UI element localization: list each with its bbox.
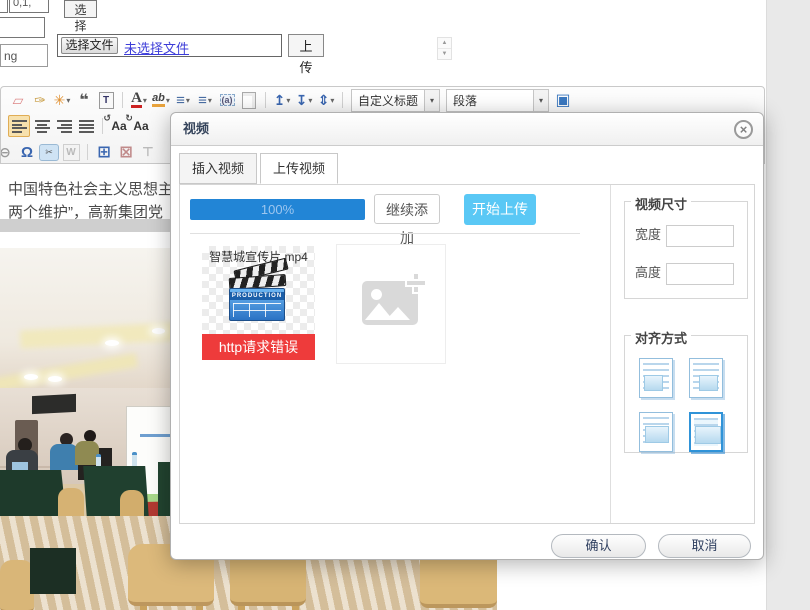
tab-insert-video[interactable]: 插入视频 xyxy=(179,153,257,184)
confirm-button[interactable]: 确认 xyxy=(551,534,646,558)
alignment-fieldset: 对齐方式 xyxy=(624,335,748,453)
dialog-title: 视频 xyxy=(171,113,763,146)
choose-button[interactable]: 选择 xyxy=(64,0,97,18)
photo-shape xyxy=(152,328,165,334)
eraser-icon[interactable]: ▱ xyxy=(8,90,28,110)
photo-speaker xyxy=(32,394,76,414)
toolbar-divider xyxy=(342,92,343,108)
upload-button[interactable]: 上传 xyxy=(288,34,324,57)
tab-content-panel: 100% 继续添加 开始上传 智慧城宣传片.mp4 PRODUCTION htt… xyxy=(179,184,755,524)
continue-add-button[interactable]: 继续添加 xyxy=(374,194,440,224)
video-clapperboard-icon: PRODUCTION xyxy=(228,263,290,325)
photo-shape xyxy=(0,353,138,393)
height-row: 高度 xyxy=(635,262,734,285)
delete-table-icon[interactable]: ⊠ xyxy=(116,142,136,162)
fullscreen-monitor-icon[interactable]: ▣ xyxy=(553,90,573,110)
photo-chair xyxy=(0,560,34,610)
align-option-center[interactable] xyxy=(639,412,673,452)
align-option-left[interactable] xyxy=(639,358,673,398)
toolbar-divider xyxy=(122,92,123,108)
align-left-button[interactable] xyxy=(8,115,30,137)
photo-shape xyxy=(24,374,38,380)
word-import-icon[interactable]: W xyxy=(61,142,81,162)
width-label: 宽度 xyxy=(635,227,661,242)
stepper-down-icon[interactable]: ▼ xyxy=(438,49,451,59)
close-icon[interactable]: × xyxy=(734,120,753,139)
alignment-legend: 对齐方式 xyxy=(631,328,691,347)
name-input[interactable] xyxy=(0,44,48,67)
width-input[interactable] xyxy=(666,225,734,247)
heading-select[interactable]: 自定义标题 ▾ xyxy=(351,89,440,112)
photo-person-torso xyxy=(50,444,78,470)
video-size-fieldset: 视频尺寸 宽度 高度 xyxy=(624,201,748,299)
align-option-right[interactable] xyxy=(689,358,723,398)
photo-shape xyxy=(48,376,62,382)
tab-upload-video[interactable]: 上传视频 xyxy=(260,153,338,184)
chevron-down-icon: ▾ xyxy=(424,90,439,111)
partial-input[interactable] xyxy=(0,0,8,13)
param-input[interactable] xyxy=(9,0,49,13)
upload-error-badge: http请求错误 xyxy=(202,334,315,360)
clipped-circle-icon[interactable]: ⊖ xyxy=(0,142,15,162)
line-spacing-icon[interactable]: ⇕▾ xyxy=(316,90,336,110)
dialog-tabs: 插入视频 上传视频 xyxy=(179,153,341,184)
photo-screen-text xyxy=(140,434,170,437)
insert-table-icon[interactable]: ⊞ xyxy=(94,142,114,162)
height-input[interactable] xyxy=(666,263,734,285)
toolbar-divider xyxy=(265,92,266,108)
video-size-legend: 视频尺寸 xyxy=(631,194,691,213)
choose-file-button[interactable]: 选择文件 xyxy=(61,37,118,54)
blockquote-icon[interactable]: ❝ xyxy=(74,90,94,110)
align-right-button[interactable] xyxy=(54,116,74,136)
highlight-icon[interactable]: ab▾ xyxy=(151,90,171,110)
file-status-text: 未选择文件 xyxy=(124,38,189,57)
anchor-icon[interactable]: (a) xyxy=(217,90,237,110)
justify-button[interactable] xyxy=(76,116,96,136)
paragraph-select[interactable]: 段落 ▾ xyxy=(446,89,549,112)
empty-input[interactable] xyxy=(0,17,45,38)
auto-typeset-icon[interactable]: ✳▾ xyxy=(52,90,72,110)
format-brush-icon[interactable]: ✑ xyxy=(30,90,50,110)
photo-table-corner xyxy=(30,548,76,594)
special-character-icon[interactable]: Ω xyxy=(17,142,37,162)
to-lowercase-icon[interactable]: ↻Aa xyxy=(131,116,151,136)
cancel-button[interactable]: 取消 xyxy=(658,534,751,558)
paste-plain-icon[interactable]: T xyxy=(96,90,116,110)
chevron-down-icon: ▾ xyxy=(533,90,548,111)
height-label: 高度 xyxy=(635,265,661,280)
align-center-button[interactable] xyxy=(32,116,52,136)
toolbar-divider xyxy=(87,144,88,160)
video-dialog: 视频 × 插入视频 上传视频 100% 继续添加 开始上传 智慧城宣传片.mp4… xyxy=(170,112,764,560)
plus-icon xyxy=(407,274,425,292)
align-option-block-selected[interactable] xyxy=(689,412,723,452)
screenshot-icon[interactable]: ✂ xyxy=(39,142,59,162)
table-title-icon[interactable]: ⊤ xyxy=(138,142,158,162)
start-upload-button[interactable]: 开始上传 xyxy=(464,194,536,225)
width-row: 宽度 xyxy=(635,224,734,247)
paragraph-spacing-bottom-icon[interactable]: ↧▾ xyxy=(294,90,314,110)
upload-queue-section: 100% 继续添加 开始上传 智慧城宣传片.mp4 PRODUCTION htt… xyxy=(180,185,611,523)
ordered-list-icon[interactable]: ≡▾ xyxy=(173,90,193,110)
font-color-icon[interactable]: A▾ xyxy=(129,90,149,110)
paragraph-spacing-top-icon[interactable]: ↥▾ xyxy=(272,90,292,110)
upload-progress-bar: 100% xyxy=(190,199,365,220)
add-image-icon xyxy=(362,281,418,325)
photo-shape xyxy=(105,340,119,346)
stepper-up-icon[interactable]: ▲ xyxy=(438,38,451,49)
unordered-list-icon[interactable]: ≡▾ xyxy=(195,90,215,110)
page-background xyxy=(766,0,810,610)
file-input-box[interactable]: 选择文件 未选择文件 xyxy=(57,34,282,57)
add-file-placeholder[interactable] xyxy=(336,244,446,364)
clapperboard-brand-text: PRODUCTION xyxy=(230,292,284,300)
queue-divider xyxy=(190,233,580,234)
upload-file-item[interactable]: 智慧城宣传片.mp4 PRODUCTION http请求错误 xyxy=(202,246,315,360)
blank-doc-icon[interactable] xyxy=(239,90,259,110)
toolbar-row-1: ▱ ✑ ✳▾ ❝ T A▾ ab▾ ≡▾ ≡▾ (a) ↥▾ ↧▾ ⇕▾ 自定义… xyxy=(1,87,764,113)
number-stepper[interactable]: ▲ ▼ xyxy=(437,37,452,60)
